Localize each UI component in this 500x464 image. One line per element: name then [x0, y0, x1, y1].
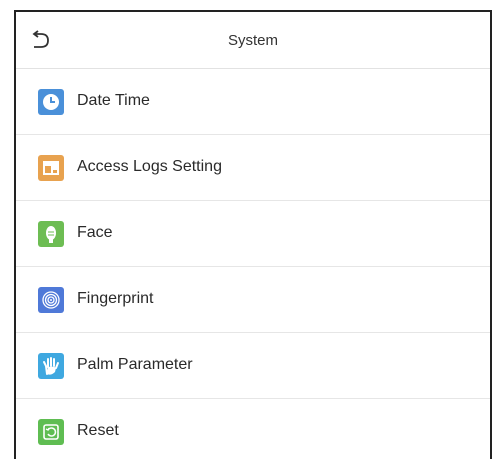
- menu-item-palm-parameter[interactable]: Palm Parameter: [16, 333, 490, 399]
- system-screen: System Date Time Access Logs Setting Fac…: [14, 10, 492, 459]
- menu-item-date-time[interactable]: Date Time: [16, 69, 490, 135]
- clock-icon: [38, 89, 64, 115]
- access-logs-icon: [38, 155, 64, 181]
- palm-icon: [38, 353, 64, 379]
- reset-icon: [38, 419, 64, 445]
- menu-item-reset[interactable]: Reset: [16, 399, 490, 464]
- menu-item-label: Fingerprint: [77, 290, 154, 307]
- menu-item-face[interactable]: Face: [16, 201, 490, 267]
- menu-item-label: Reset: [77, 422, 119, 439]
- menu-item-label: Face: [77, 224, 113, 241]
- menu-item-label: Palm Parameter: [77, 356, 193, 373]
- menu-item-fingerprint[interactable]: Fingerprint: [16, 267, 490, 333]
- face-icon: [38, 221, 64, 247]
- fingerprint-icon: [38, 287, 64, 313]
- menu-item-label: Date Time: [77, 92, 150, 109]
- menu-item-label: Access Logs Setting: [77, 158, 222, 175]
- menu-item-access-logs-setting[interactable]: Access Logs Setting: [16, 135, 490, 201]
- header-bar: System: [16, 12, 490, 69]
- page-title: System: [227, 32, 278, 49]
- system-menu: Date Time Access Logs Setting Face Finge…: [16, 69, 490, 464]
